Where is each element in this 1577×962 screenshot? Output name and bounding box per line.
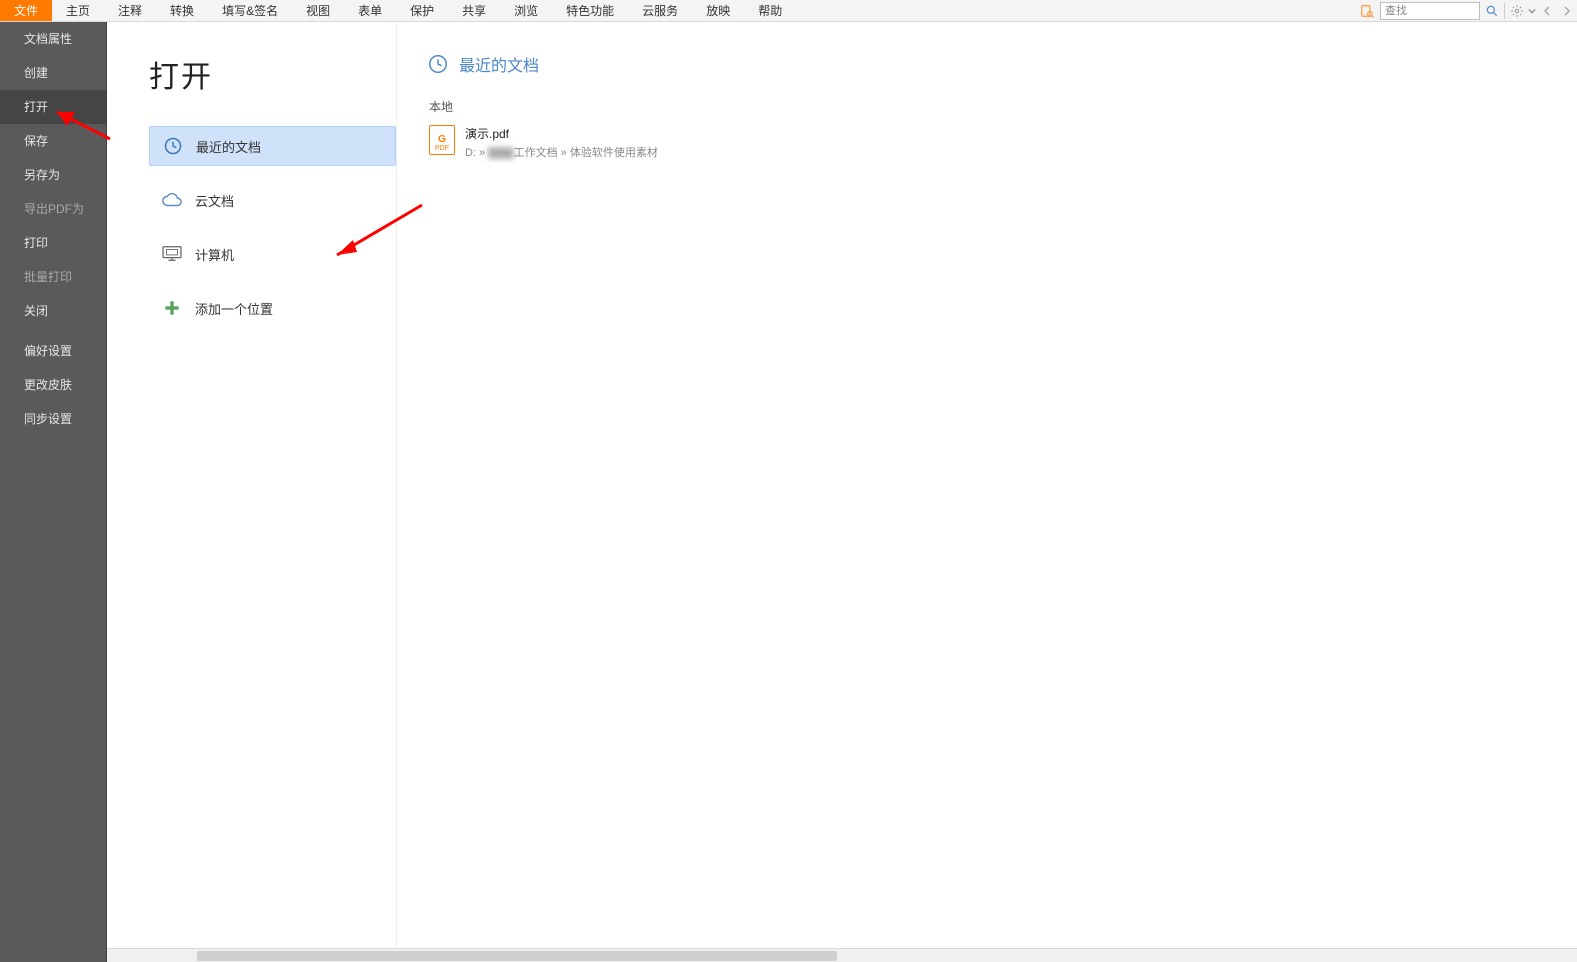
nav-forward-icon[interactable] [1557, 1, 1577, 21]
menu-tab-present[interactable]: 放映 [692, 0, 744, 21]
sidebar-item-close[interactable]: 关闭 [0, 294, 106, 328]
search-icon[interactable] [1482, 1, 1502, 21]
sidebar-item-batchprint[interactable]: 批量打印 [0, 260, 106, 294]
menu-tab-share[interactable]: 共享 [448, 0, 500, 21]
menubar: 文件 主页 注释 转换 填写&签名 视图 表单 保护 共享 浏览 特色功能 云服… [0, 0, 1577, 22]
location-label: 云文档 [195, 191, 234, 210]
menubar-right [1356, 0, 1577, 21]
menubar-divider [1504, 3, 1505, 19]
file-sidebar: 文档属性 创建 打开 保存 另存为 导出PDF为 打印 批量打印 关闭 偏好设置… [0, 22, 107, 962]
location-label: 添加一个位置 [195, 299, 273, 318]
location-recent[interactable]: 最近的文档 [149, 126, 396, 166]
menu-tab-browse[interactable]: 浏览 [500, 0, 552, 21]
page-title: 打开 [149, 52, 396, 96]
menu-tab-view[interactable]: 视图 [292, 0, 344, 21]
nav-back-icon[interactable] [1537, 1, 1557, 21]
location-label: 最近的文档 [196, 137, 261, 156]
document-meta: 演示.pdf D: » ▇▇▇工作文档 » 体验软件使用素材 [465, 125, 658, 160]
horizontal-scrollbar[interactable] [107, 948, 1577, 962]
find-in-page-icon[interactable] [1358, 2, 1376, 20]
document-path: D: » ▇▇▇工作文档 » 体验软件使用素材 [465, 144, 658, 160]
menu-tab-home[interactable]: 主页 [52, 0, 104, 21]
location-computer[interactable]: 计算机 [149, 234, 396, 274]
clock-icon [160, 133, 186, 159]
menu-tab-file[interactable]: 文件 [0, 0, 52, 21]
menu-tab-cloud[interactable]: 云服务 [628, 0, 692, 21]
sidebar-item-saveas[interactable]: 另存为 [0, 158, 106, 192]
computer-icon [159, 241, 185, 267]
sidebar-item-print[interactable]: 打印 [0, 226, 106, 260]
sidebar-item-properties[interactable]: 文档属性 [0, 22, 106, 56]
recent-title: 最近的文档 [459, 52, 539, 76]
document-name: 演示.pdf [465, 125, 658, 142]
recent-header: 最近的文档 [427, 52, 1577, 76]
sidebar-item-create[interactable]: 创建 [0, 56, 106, 90]
recent-documents-pane: 最近的文档 本地 GPDF 演示.pdf D: » ▇▇▇工作文档 » 体验软件… [397, 22, 1577, 962]
recent-document-row[interactable]: GPDF 演示.pdf D: » ▇▇▇工作文档 » 体验软件使用素材 [427, 121, 1577, 164]
pdf-file-icon: GPDF [429, 125, 455, 155]
sidebar-item-open[interactable]: 打开 [0, 90, 106, 124]
location-cloud[interactable]: 云文档 [149, 180, 396, 220]
chevron-down-icon[interactable] [1527, 1, 1537, 21]
sidebar-item-export[interactable]: 导出PDF为 [0, 192, 106, 226]
sidebar-item-preferences[interactable]: 偏好设置 [0, 334, 106, 368]
open-panel: 打开 最近的文档 云文档 [107, 22, 1577, 962]
section-local-label: 本地 [429, 98, 1577, 115]
sidebar-item-skin[interactable]: 更改皮肤 [0, 368, 106, 402]
search-input[interactable] [1380, 2, 1480, 20]
menu-tab-fillsign[interactable]: 填写&签名 [208, 0, 292, 21]
gear-icon[interactable] [1507, 1, 1527, 21]
sidebar-item-sync[interactable]: 同步设置 [0, 402, 106, 436]
menu-tab-forms[interactable]: 表单 [344, 0, 396, 21]
body: 文档属性 创建 打开 保存 另存为 导出PDF为 打印 批量打印 关闭 偏好设置… [0, 22, 1577, 962]
scrollbar-thumb[interactable] [197, 951, 837, 961]
menu-tab-help[interactable]: 帮助 [744, 0, 796, 21]
menu-tab-features[interactable]: 特色功能 [552, 0, 628, 21]
plus-icon [159, 295, 185, 321]
open-locations: 打开 最近的文档 云文档 [107, 22, 397, 962]
menu-tab-annotate[interactable]: 注释 [104, 0, 156, 21]
menu-tab-protect[interactable]: 保护 [396, 0, 448, 21]
sidebar-item-save[interactable]: 保存 [0, 124, 106, 158]
menu-tab-convert[interactable]: 转换 [156, 0, 208, 21]
location-add[interactable]: 添加一个位置 [149, 288, 396, 328]
location-label: 计算机 [195, 245, 234, 264]
cloud-icon [159, 187, 185, 213]
clock-icon [427, 53, 449, 75]
